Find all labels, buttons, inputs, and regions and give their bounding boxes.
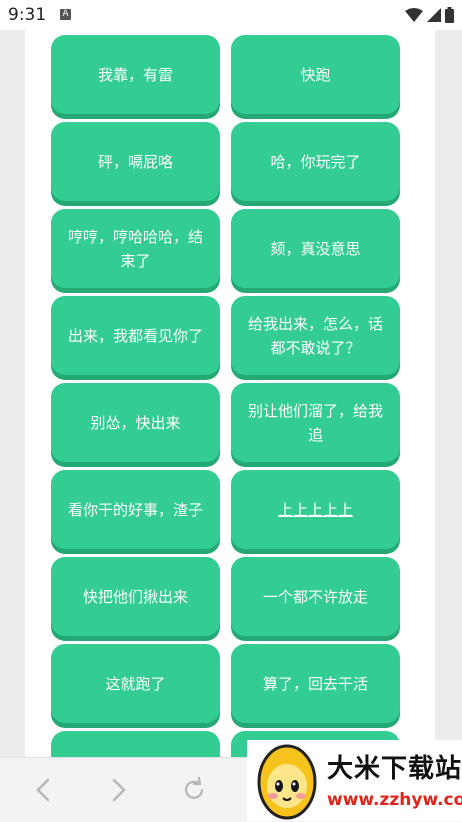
- sound-button[interactable]: 别让他们溜了，给我追: [231, 383, 400, 462]
- reload-icon[interactable]: [180, 776, 208, 804]
- button-label: 别怂，快出来: [90, 413, 181, 432]
- button-label: 出来，我都看见你了: [67, 326, 203, 345]
- sound-button[interactable]: 算了，回去干活: [231, 644, 400, 723]
- banner-url: www.zzhyw.com: [327, 790, 462, 810]
- status-time: 9:31: [8, 5, 47, 25]
- button-label: 我靠，有雷: [97, 65, 173, 84]
- sound-button[interactable]: 哈，你玩完了: [231, 122, 400, 201]
- button-label: 看你干的好事，渣子: [67, 500, 203, 519]
- button-label: 哼哼，哼哈哈哈，结束了: [67, 227, 203, 270]
- rice-mascot-logo: [257, 744, 317, 820]
- back-arrow-icon[interactable]: [30, 776, 58, 804]
- forward-arrow-icon[interactable]: [104, 776, 132, 804]
- sound-button[interactable]: 快跑: [231, 35, 400, 114]
- sound-button[interactable]: 别怂，快出来: [51, 383, 220, 462]
- battery-icon: [445, 7, 454, 23]
- sound-button[interactable]: 上上上上上: [231, 470, 400, 549]
- button-label: 这就跑了: [105, 674, 166, 693]
- button-label: 给我出来，怎么，话都不敢说了？: [247, 314, 383, 357]
- sound-button[interactable]: 出来，我都看见你了: [51, 296, 220, 375]
- sound-button[interactable]: 一个都不许放走: [231, 557, 400, 636]
- download-site-banner[interactable]: 大米下载站 www.zzhyw.com: [247, 740, 462, 821]
- button-label: 上上上上上: [277, 500, 353, 519]
- banner-title: 大米下载站: [327, 754, 462, 784]
- button-label: 别让他们溜了，给我追: [247, 401, 383, 444]
- sound-button[interactable]: 给我出来，怎么，话都不敢说了？: [231, 296, 400, 375]
- status-bar: 9:31 A: [0, 0, 462, 30]
- content-panel: 我靠，有雷 快跑 砰，嗝屁咯 哈，你玩完了 哼哼，哼哈哈哈，结束了 颏，真没意思…: [25, 30, 435, 757]
- button-label: 砰，嗝屁咯: [97, 152, 173, 171]
- sound-button[interactable]: 快把他们揪出来: [51, 557, 220, 636]
- sound-button-partial[interactable]: [51, 731, 220, 757]
- sound-button[interactable]: 颏，真没意思: [231, 209, 400, 288]
- wifi-icon: [405, 8, 423, 22]
- sound-button[interactable]: 这就跑了: [51, 644, 220, 723]
- signal-icon: [427, 8, 441, 22]
- button-label: 快跑: [300, 65, 331, 84]
- button-label: 算了，回去干活: [262, 674, 368, 693]
- button-label: 哈，你玩完了: [270, 152, 361, 171]
- sound-button[interactable]: 砰，嗝屁咯: [51, 122, 220, 201]
- status-icons: [405, 7, 454, 23]
- button-label: 一个都不许放走: [262, 587, 368, 606]
- button-label: 快把他们揪出来: [82, 587, 188, 606]
- sound-button[interactable]: 我靠，有雷: [51, 35, 220, 114]
- sound-button[interactable]: 哼哼，哼哈哈哈，结束了: [51, 209, 220, 288]
- sound-button[interactable]: 看你干的好事，渣子: [51, 470, 220, 549]
- notification-badge: A: [60, 9, 71, 20]
- button-label: 颏，真没意思: [270, 239, 361, 258]
